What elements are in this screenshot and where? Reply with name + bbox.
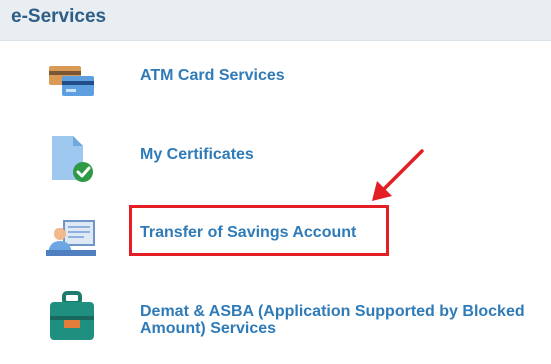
customer-counter-icon bbox=[46, 220, 96, 256]
service-atm-card[interactable]: ATM Card Services bbox=[0, 50, 551, 102]
service-demat-asba[interactable]: Demat & ASBA (Application Supported by B… bbox=[0, 283, 551, 347]
annotation-highlight-box bbox=[129, 205, 389, 256]
green-briefcase-icon bbox=[50, 291, 94, 340]
service-label-certificates: My Certificates bbox=[140, 146, 254, 163]
certificate-check-icon bbox=[52, 136, 93, 182]
service-my-certificates[interactable]: My Certificates bbox=[0, 125, 551, 185]
atm-cards-icon bbox=[49, 66, 94, 96]
service-label-atm: ATM Card Services bbox=[140, 67, 285, 84]
service-label-demat-line2: Amount) Services bbox=[140, 320, 277, 337]
red-arrow-icon bbox=[372, 149, 424, 201]
eservices-header: e-Services bbox=[0, 0, 551, 41]
service-label-demat-line1: Demat & ASBA (Application Supported by B… bbox=[140, 303, 525, 320]
eservices-title: e-Services bbox=[11, 6, 107, 27]
